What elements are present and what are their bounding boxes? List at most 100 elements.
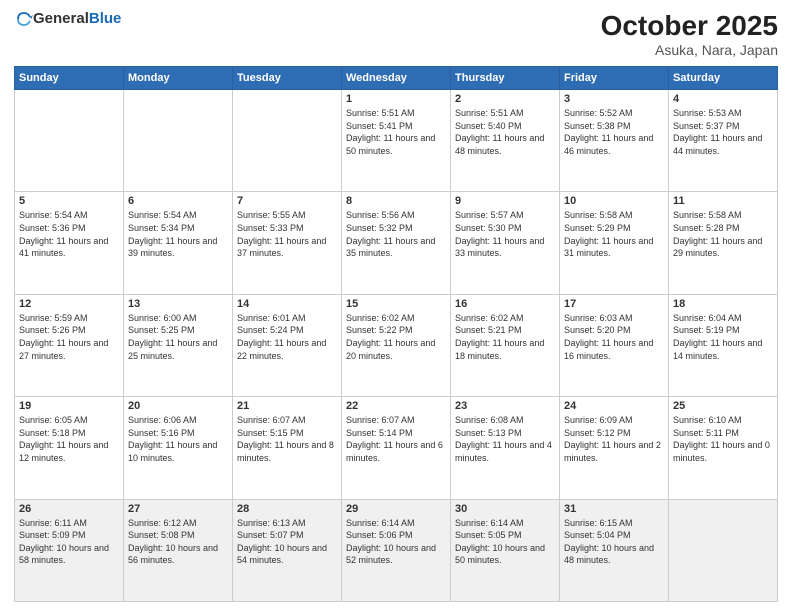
calendar-cell: 18Sunrise: 6:04 AMSunset: 5:19 PMDayligh… xyxy=(669,294,778,396)
calendar-cell: 25 Sunrise: 6:10 AMSunset: 5:11 PMDayligh… xyxy=(669,397,778,499)
day-info: Sunrise: 6:14 AMSunset: 5:05 PMDaylight:… xyxy=(455,517,555,567)
calendar-cell: 26 Sunrise: 6:11 AMSunset: 5:09 PMDayligh… xyxy=(15,499,124,601)
day-info: Sunrise: 5:55 AMSunset: 5:33 PMDaylight:… xyxy=(237,209,337,259)
day-number: 16 xyxy=(455,298,555,310)
day-number: 5 xyxy=(19,195,119,207)
day-number: 23 xyxy=(455,400,555,412)
day-info: Sunrise: 5:58 AMSunset: 5:29 PMDaylight:… xyxy=(564,209,664,259)
calendar-cell: 23 Sunrise: 6:08 AMSunset: 5:13 PMDayligh… xyxy=(451,397,560,499)
calendar-cell: 22 Sunrise: 6:07 AMSunset: 5:14 PMDayligh… xyxy=(342,397,451,499)
calendar-cell xyxy=(15,90,124,192)
month-title: October 2025 xyxy=(601,10,778,42)
day-number: 28 xyxy=(237,503,337,515)
day-info: Sunrise: 5:58 AMSunset: 5:28 PMDaylight:… xyxy=(673,209,773,259)
calendar-cell: 30 Sunrise: 6:14 AMSunset: 5:05 PMDayligh… xyxy=(451,499,560,601)
weekday-header-monday: Monday xyxy=(124,67,233,90)
day-info: Sunrise: 6:06 AMSunset: 5:16 PMDaylight:… xyxy=(128,414,228,464)
day-number: 17 xyxy=(564,298,664,310)
day-info: Sunrise: 6:12 AMSunset: 5:08 PMDaylight:… xyxy=(128,517,228,567)
location-title: Asuka, Nara, Japan xyxy=(601,42,778,58)
weekday-header-tuesday: Tuesday xyxy=(233,67,342,90)
day-number: 30 xyxy=(455,503,555,515)
day-info: Sunrise: 6:07 AMSunset: 5:14 PMDaylight:… xyxy=(346,414,446,464)
calendar-cell: 17 Sunrise: 6:03 AMSunset: 5:20 PMDayligh… xyxy=(560,294,669,396)
calendar-cell: 14 Sunrise: 6:01 AMSunset: 5:24 PMDayligh… xyxy=(233,294,342,396)
day-info: Sunrise: 6:00 AMSunset: 5:25 PMDaylight:… xyxy=(128,312,228,362)
day-info: Sunrise: 5:51 AMSunset: 5:41 PMDaylight:… xyxy=(346,107,446,157)
day-info: Sunrise: 6:07 AMSunset: 5:15 PMDaylight:… xyxy=(237,414,337,464)
day-info: Sunrise: 6:13 AMSunset: 5:07 PMDaylight:… xyxy=(237,517,337,567)
calendar-cell: 27 Sunrise: 6:12 AMSunset: 5:08 PMDayligh… xyxy=(124,499,233,601)
day-info: Sunrise: 6:04 AMSunset: 5:19 PMDaylight:… xyxy=(673,312,773,362)
calendar-container: GeneralBlue October 2025 Asuka, Nara, Ja… xyxy=(0,0,792,612)
calendar-cell xyxy=(233,90,342,192)
calendar-cell: 3Sunrise: 5:52 AMSunset: 5:38 PMDaylight… xyxy=(560,90,669,192)
calendar-cell: 15 Sunrise: 6:02 AMSunset: 5:22 PMDayligh… xyxy=(342,294,451,396)
calendar-cell: 19 Sunrise: 6:05 AMSunset: 5:18 PMDayligh… xyxy=(15,397,124,499)
weekday-header-sunday: Sunday xyxy=(15,67,124,90)
day-number: 31 xyxy=(564,503,664,515)
day-info: Sunrise: 6:02 AMSunset: 5:21 PMDaylight:… xyxy=(455,312,555,362)
day-number: 11 xyxy=(673,195,773,207)
calendar-cell: 4 Sunrise: 5:53 AMSunset: 5:37 PMDaylight… xyxy=(669,90,778,192)
calendar-cell: 20Sunrise: 6:06 AMSunset: 5:16 PMDayligh… xyxy=(124,397,233,499)
day-info: Sunrise: 6:05 AMSunset: 5:18 PMDaylight:… xyxy=(19,414,119,464)
calendar-cell: 29 Sunrise: 6:14 AMSunset: 5:06 PMDayligh… xyxy=(342,499,451,601)
day-info: Sunrise: 5:57 AMSunset: 5:30 PMDaylight:… xyxy=(455,209,555,259)
day-info: Sunrise: 6:11 AMSunset: 5:09 PMDaylight:… xyxy=(19,517,119,567)
weekday-header-thursday: Thursday xyxy=(451,67,560,90)
day-number: 8 xyxy=(346,195,446,207)
day-number: 14 xyxy=(237,298,337,310)
day-info: Sunrise: 5:56 AMSunset: 5:32 PMDaylight:… xyxy=(346,209,446,259)
weekday-header-friday: Friday xyxy=(560,67,669,90)
calendar-cell: 28 Sunrise: 6:13 AMSunset: 5:07 PMDayligh… xyxy=(233,499,342,601)
day-number: 26 xyxy=(19,503,119,515)
day-info: Sunrise: 6:03 AMSunset: 5:20 PMDaylight:… xyxy=(564,312,664,362)
day-number: 7 xyxy=(237,195,337,207)
day-number: 3 xyxy=(564,93,664,105)
logo-icon xyxy=(15,10,33,28)
calendar-cell xyxy=(124,90,233,192)
day-info: Sunrise: 6:01 AMSunset: 5:24 PMDaylight:… xyxy=(237,312,337,362)
day-number: 29 xyxy=(346,503,446,515)
day-info: Sunrise: 6:15 AMSunset: 5:04 PMDaylight:… xyxy=(564,517,664,567)
day-number: 4 xyxy=(673,93,773,105)
calendar-cell: 31 Sunrise: 6:15 AMSunset: 5:04 PMDayligh… xyxy=(560,499,669,601)
day-number: 2 xyxy=(455,93,555,105)
calendar-cell: 21 Sunrise: 6:07 AMSunset: 5:15 PMDayligh… xyxy=(233,397,342,499)
day-number: 19 xyxy=(19,400,119,412)
day-info: Sunrise: 6:08 AMSunset: 5:13 PMDaylight:… xyxy=(455,414,555,464)
day-number: 21 xyxy=(237,400,337,412)
logo-general: General xyxy=(33,10,89,27)
day-number: 22 xyxy=(346,400,446,412)
header: GeneralBlue October 2025 Asuka, Nara, Ja… xyxy=(14,10,778,58)
calendar-cell: 8 Sunrise: 5:56 AMSunset: 5:32 PMDaylight… xyxy=(342,192,451,294)
day-number: 6 xyxy=(128,195,228,207)
logo: GeneralBlue xyxy=(14,10,121,28)
day-number: 25 xyxy=(673,400,773,412)
day-info: Sunrise: 5:53 AMSunset: 5:37 PMDaylight:… xyxy=(673,107,773,157)
calendar-cell: 7 Sunrise: 5:55 AMSunset: 5:33 PMDaylight… xyxy=(233,192,342,294)
day-info: Sunrise: 6:10 AMSunset: 5:11 PMDaylight:… xyxy=(673,414,773,464)
day-info: Sunrise: 6:14 AMSunset: 5:06 PMDaylight:… xyxy=(346,517,446,567)
day-info: Sunrise: 5:54 AMSunset: 5:34 PMDaylight:… xyxy=(128,209,228,259)
day-number: 10 xyxy=(564,195,664,207)
day-number: 24 xyxy=(564,400,664,412)
day-number: 27 xyxy=(128,503,228,515)
weekday-header-saturday: Saturday xyxy=(669,67,778,90)
day-number: 15 xyxy=(346,298,446,310)
day-info: Sunrise: 6:02 AMSunset: 5:22 PMDaylight:… xyxy=(346,312,446,362)
calendar-cell: 9Sunrise: 5:57 AMSunset: 5:30 PMDaylight… xyxy=(451,192,560,294)
day-info: Sunrise: 5:51 AMSunset: 5:40 PMDaylight:… xyxy=(455,107,555,157)
day-info: Sunrise: 6:09 AMSunset: 5:12 PMDaylight:… xyxy=(564,414,664,464)
logo-blue: Blue xyxy=(89,10,122,27)
day-number: 1 xyxy=(346,93,446,105)
calendar-cell xyxy=(669,499,778,601)
day-info: Sunrise: 5:54 AMSunset: 5:36 PMDaylight:… xyxy=(19,209,119,259)
calendar-cell: 11 Sunrise: 5:58 AMSunset: 5:28 PMDayligh… xyxy=(669,192,778,294)
calendar-cell: 2 Sunrise: 5:51 AMSunset: 5:40 PMDaylight… xyxy=(451,90,560,192)
logo-text: GeneralBlue xyxy=(33,10,121,28)
day-info: Sunrise: 5:59 AMSunset: 5:26 PMDaylight:… xyxy=(19,312,119,362)
calendar-table: SundayMondayTuesdayWednesdayThursdayFrid… xyxy=(14,66,778,602)
calendar-cell: 24 Sunrise: 6:09 AMSunset: 5:12 PMDayligh… xyxy=(560,397,669,499)
